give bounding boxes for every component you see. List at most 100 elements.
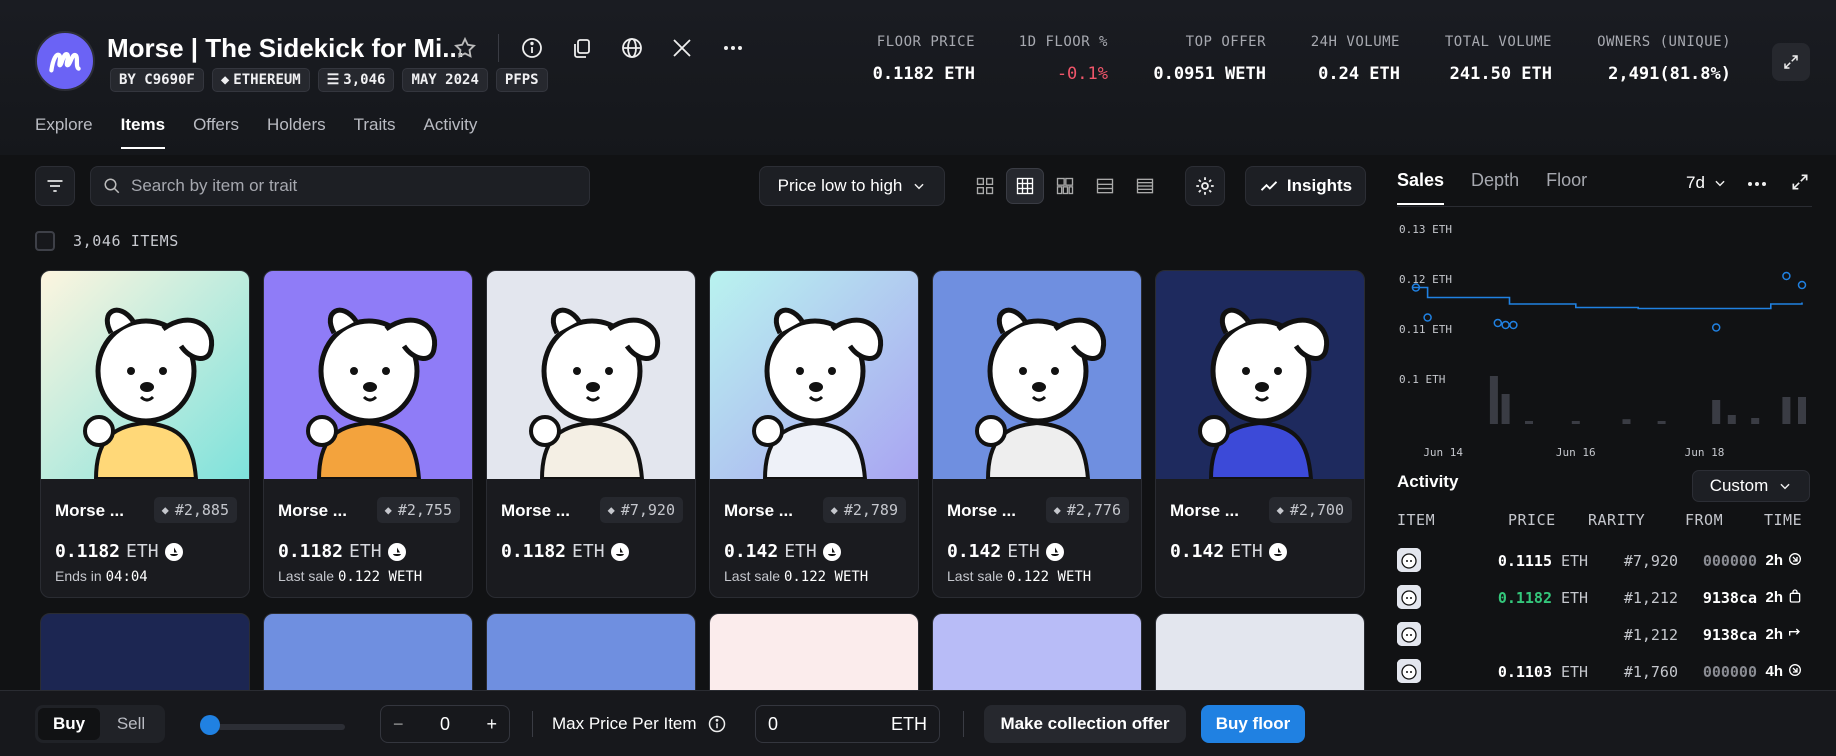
ethereum-icon: ◆ (220, 72, 230, 88)
quantity-slider-track[interactable] (200, 724, 345, 730)
item-card[interactable]: Morse ... ◆ #2,789 0.142 ETH Last sale 0… (709, 270, 919, 598)
activity-row[interactable]: #1,212 9138ca 2h (1397, 622, 1817, 652)
ethereum-icon: ◆ (161, 503, 169, 517)
chain-badge: ◆ ETHEREUM (211, 68, 310, 92)
trend-line-icon (1260, 181, 1278, 191)
tab-items[interactable]: Items (120, 115, 166, 149)
volume-bar (1712, 400, 1721, 424)
search-input[interactable] (131, 176, 551, 196)
insights-button[interactable]: Insights (1245, 166, 1366, 206)
tab-depth[interactable]: Depth (1471, 170, 1519, 205)
activity-from[interactable]: 9138ca (1685, 589, 1757, 607)
tab-sales[interactable]: Sales (1397, 170, 1445, 205)
view-list-button[interactable] (1086, 168, 1124, 204)
chart-tabs: Sales Depth Floor (1397, 170, 1614, 205)
col-header-item: ITEM (1397, 511, 1436, 529)
stat-24h-volume: 24H VOLUME 0.24 ETH (1310, 34, 1400, 84)
make-collection-offer-button[interactable]: Make collection offer (984, 705, 1186, 743)
item-price: 0.1182 ETH (278, 541, 406, 562)
filter-button[interactable] (35, 166, 75, 206)
creator-badge[interactable]: BY C9690F (110, 68, 204, 92)
buy-tab[interactable]: Buy (38, 708, 100, 740)
tab-explore[interactable]: Explore (35, 115, 93, 149)
sale-point (1711, 323, 1721, 332)
item-card[interactable]: Morse ... ◆ #2,776 0.142 ETH Last sale 0… (932, 270, 1142, 598)
period-dropdown[interactable]: 7d (1686, 173, 1727, 193)
chart-fullscreen-icon[interactable] (1790, 172, 1810, 197)
stat-total-volume: TOTAL VOLUME 241.50 ETH (1444, 34, 1552, 84)
item-name: Morse ... (501, 501, 570, 520)
website-globe-icon[interactable] (617, 33, 647, 63)
tab-traits[interactable]: Traits (354, 115, 396, 149)
transfer-event-icon (1787, 625, 1803, 645)
activity-price: 0.1182 (1497, 589, 1552, 607)
view-large-grid-button[interactable] (966, 168, 1004, 204)
buy-floor-button[interactable]: Buy floor (1201, 705, 1305, 743)
item-name: Morse ... (278, 501, 347, 520)
quantity-stepper: − 0 + (380, 705, 510, 743)
x-tick-label: Jun 18 (1685, 446, 1725, 459)
activity-time: 2h (1765, 589, 1783, 606)
filter-icon (47, 180, 63, 192)
copy-icon[interactable] (567, 33, 597, 63)
sale-point (1797, 280, 1807, 290)
category-badge[interactable]: PFPS (495, 68, 548, 92)
x-twitter-icon[interactable] (667, 33, 697, 63)
expand-button[interactable] (1772, 43, 1810, 81)
quantity-slider-knob[interactable] (200, 715, 220, 735)
item-card[interactable]: Morse ... ◆ #7,920 0.1182 ETH (486, 270, 696, 598)
sales-chart: 0.13 ETH 0.12 ETH 0.11 ETH 0.1 ETH Jun 14 Jun… (1399, 223, 1807, 459)
more-options-icon[interactable] (718, 33, 748, 63)
sort-dropdown[interactable]: Price low to high (759, 166, 945, 206)
volume-bar (1782, 397, 1791, 424)
item-card[interactable]: Morse ... ◆ #2,700 0.142 ETH (1155, 270, 1365, 598)
activity-row[interactable]: 0.1115 ETH #7,920 000000 2h (1397, 548, 1817, 578)
chart-more-icon[interactable] (1745, 172, 1769, 201)
stat-1d-floor-change: 1D FLOOR % -0.1% (1018, 34, 1108, 84)
info-icon[interactable] (707, 714, 727, 734)
sale-point (1501, 320, 1510, 330)
item-sub-info: Last sale 0.122 WETH (278, 568, 423, 585)
tab-floor[interactable]: Floor (1546, 170, 1587, 205)
favorite-star-icon[interactable] (450, 33, 480, 63)
col-header-time: TIME (1764, 511, 1803, 529)
offer-event-icon (1787, 551, 1803, 571)
token-id-badge: ◆ #7,920 (599, 497, 683, 523)
view-table-button[interactable] (1126, 168, 1164, 204)
select-all-checkbox[interactable] (35, 231, 55, 251)
sell-tab[interactable]: Sell (100, 708, 162, 740)
item-thumbnail (1397, 622, 1421, 646)
activity-from[interactable]: 9138ca (1685, 626, 1757, 644)
view-mixed-grid-button[interactable] (1046, 168, 1084, 204)
max-price-input[interactable]: 0 ETH (755, 705, 940, 743)
bottom-divider (963, 711, 964, 737)
activity-row[interactable]: 0.1182 ETH #1,212 9138ca 2h (1397, 585, 1817, 615)
activity-from[interactable]: 000000 (1685, 663, 1757, 681)
activity-filter-dropdown[interactable]: Custom (1692, 470, 1810, 502)
collection-logo (35, 31, 95, 91)
activity-from[interactable]: 000000 (1685, 552, 1757, 570)
quantity-value[interactable]: 0 (440, 714, 450, 735)
plus-icon[interactable]: + (486, 714, 497, 735)
token-id-badge: ◆ #2,755 (376, 497, 460, 523)
volume-bar (1571, 421, 1580, 424)
item-sub-info: Ends in 04:04 (55, 568, 148, 585)
date-badge: MAY 2024 (402, 68, 488, 92)
item-card[interactable]: Morse ... ◆ #2,755 0.1182 ETH Last sale … (263, 270, 473, 598)
minus-icon[interactable]: − (393, 714, 404, 735)
opensea-icon (1268, 542, 1287, 561)
tab-holders[interactable]: Holders (267, 115, 326, 149)
activity-unit: ETH (1561, 552, 1589, 570)
tab-activity[interactable]: Activity (424, 115, 478, 149)
item-card[interactable]: Morse ... ◆ #2,885 0.1182 ETH Ends in 04… (40, 270, 250, 598)
activity-rarity: #1,212 (1623, 589, 1678, 607)
sale-event-icon (1787, 588, 1803, 608)
item-image (487, 271, 695, 479)
activity-row[interactable]: 0.1103 ETH #1,760 000000 4h (1397, 659, 1817, 689)
search-bar (90, 166, 590, 206)
view-grid-button[interactable] (1006, 168, 1044, 204)
info-icon[interactable] (517, 33, 547, 63)
chevron-down-icon (914, 183, 924, 190)
settings-button[interactable] (1185, 166, 1225, 206)
tab-offers[interactable]: Offers (193, 115, 239, 149)
